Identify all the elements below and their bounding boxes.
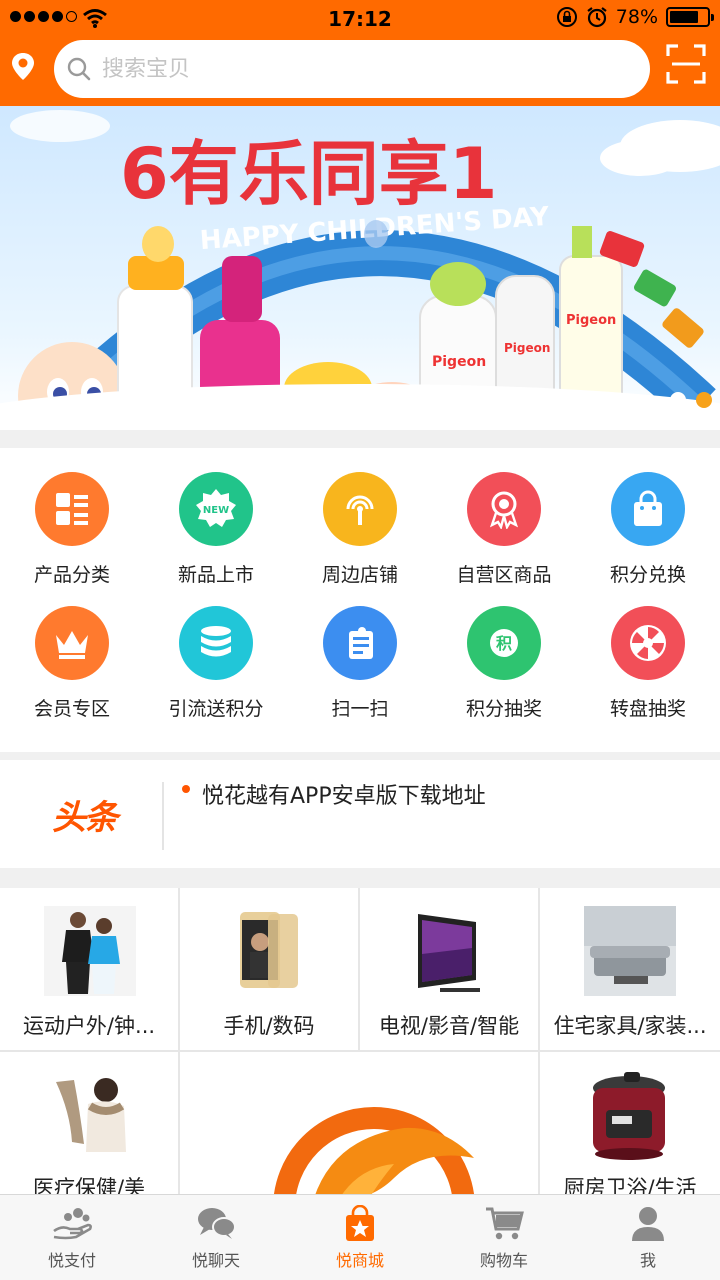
menu-item[interactable]: 自营区商品 xyxy=(432,472,576,602)
rotation-lock-icon xyxy=(556,7,577,27)
category-icon xyxy=(35,472,109,546)
category-sports[interactable]: 运动户外/钟... xyxy=(0,888,178,1050)
tab-label: 我 xyxy=(639,1251,656,1270)
pressure-cooker-image xyxy=(593,1072,665,1160)
banner-title: 6有乐同享1 xyxy=(120,133,497,215)
scan-icon[interactable] xyxy=(666,44,706,84)
menu-item-label: 自营区商品 xyxy=(456,564,552,586)
menu-item-label: 产品分类 xyxy=(33,564,110,586)
menu-item[interactable]: 产品分类 xyxy=(0,472,144,602)
category-label: 住宅家具/家装... xyxy=(553,1014,707,1038)
menu-item[interactable]: 转盘抽奖 xyxy=(576,606,720,736)
battery-percent: 78% xyxy=(615,6,658,28)
menu-item-label: 新品上市 xyxy=(177,564,254,586)
mall-icon xyxy=(346,1205,374,1241)
crown-icon xyxy=(35,606,109,680)
menu-item-label: 会员专区 xyxy=(33,698,110,720)
massager-image xyxy=(56,1078,126,1152)
category-phones[interactable]: 手机/数码 xyxy=(180,888,358,1050)
sportswear-image xyxy=(44,906,136,996)
banner-brand-1: Pigeon xyxy=(432,354,486,370)
category-tv[interactable]: 电视/影音/智能 xyxy=(360,888,538,1050)
svg-text:积: 积 xyxy=(496,634,512,653)
chat-icon xyxy=(198,1208,236,1239)
category-brand-logo[interactable] xyxy=(180,1052,538,1198)
banner-dot[interactable] xyxy=(670,392,686,408)
tab-mall[interactable]: 悦商城 xyxy=(288,1195,432,1280)
scan-notes-icon xyxy=(323,606,397,680)
menu-item[interactable]: 积分兑换 xyxy=(576,472,720,602)
menu-item[interactable]: 引流送积分 xyxy=(144,606,288,736)
menu-item-label: 引流送积分 xyxy=(168,698,264,720)
category-furniture[interactable]: 住宅家具/家装... xyxy=(540,888,720,1050)
bullet-icon xyxy=(182,785,190,793)
menu-item-label: 积分兑换 xyxy=(609,564,686,586)
alarm-icon xyxy=(587,7,607,28)
user-icon xyxy=(632,1207,664,1241)
menu-item[interactable]: 会员专区 xyxy=(0,606,144,736)
menu-item-label: 积分抽奖 xyxy=(465,698,542,720)
banner-artwork: 6有乐同享1 HAPPY CHILDREN'S DAY Pigeon Pigeo… xyxy=(0,110,720,430)
shopping-bag-icon xyxy=(611,472,685,546)
header-bar xyxy=(0,38,720,106)
nearby-store-icon xyxy=(323,472,397,546)
database-icon xyxy=(179,606,253,680)
tab-cart[interactable]: 购物车 xyxy=(432,1195,576,1280)
sofa-image xyxy=(584,906,676,996)
headline-divider xyxy=(162,782,164,850)
banner-brand-3: Pigeon xyxy=(566,313,616,328)
tab-label: 悦支付 xyxy=(47,1251,96,1270)
screen: 17:12 78% 搜索宝贝 6有乐同享1 HAPPY CHILDREN'S D… xyxy=(0,0,720,1280)
category-kitchen[interactable]: 厨房卫浴/生活 xyxy=(540,1052,720,1198)
category-label: 运动户外/钟... xyxy=(22,1014,156,1038)
phone-image xyxy=(240,912,298,988)
menu-item[interactable]: 积积分抽奖 xyxy=(432,606,576,736)
headline-text[interactable]: 悦花越有APP安卓版下载地址 xyxy=(202,778,486,810)
bottom-tab-bar: 悦支付 悦聊天 悦商城 购物车 我 xyxy=(0,1194,720,1280)
banner-brand-2: Pigeon xyxy=(504,341,550,355)
category-label: 手机/数码 xyxy=(223,1014,315,1038)
banner-dot-active[interactable] xyxy=(696,392,712,408)
category-label: 电视/影音/智能 xyxy=(378,1014,520,1038)
promo-banner[interactable]: 6有乐同享1 HAPPY CHILDREN'S DAY Pigeon Pigeo… xyxy=(0,106,720,430)
menu-item[interactable]: NEW 新品上市 xyxy=(144,472,288,602)
menu-item[interactable]: 扫一扫 xyxy=(288,606,432,736)
category-health[interactable]: 医疗保健/美 xyxy=(0,1052,178,1198)
menu-item-label: 转盘抽奖 xyxy=(609,698,686,720)
svg-text:NEW: NEW xyxy=(203,505,229,516)
tab-pay[interactable]: 悦支付 xyxy=(0,1195,144,1280)
tab-label: 悦聊天 xyxy=(191,1251,240,1270)
feature-menu: 产品分类 NEW 新品上市 周边店铺 自营区商品 积分兑换会员专区 引流送积分 扫一扫 积积分抽… xyxy=(0,448,720,752)
headline-logo: 头条 xyxy=(52,798,118,838)
brand-logo-image xyxy=(274,1107,474,1198)
points-icon: 积 xyxy=(467,606,541,680)
new-icon: NEW xyxy=(179,472,253,546)
tab-label: 购物车 xyxy=(479,1251,528,1270)
tab-me[interactable]: 我 xyxy=(576,1195,720,1280)
news-headline[interactable]: 头条 悦花越有APP安卓版下载地址 xyxy=(0,760,720,868)
tab-chat[interactable]: 悦聊天 xyxy=(144,1195,288,1280)
cart-icon xyxy=(486,1207,524,1240)
search-input[interactable] xyxy=(102,56,582,82)
menu-item-label: 扫一扫 xyxy=(331,698,389,720)
menu-item-label: 周边店铺 xyxy=(321,564,398,586)
ribbon-icon xyxy=(467,472,541,546)
payment-icon xyxy=(53,1208,92,1240)
location-icon[interactable] xyxy=(10,52,36,82)
banner-pagination xyxy=(670,392,712,408)
wheel-icon xyxy=(611,606,685,680)
menu-item[interactable]: 周边店铺 xyxy=(288,472,432,602)
tv-image xyxy=(418,914,480,992)
battery-icon xyxy=(666,7,714,27)
search-bar[interactable] xyxy=(54,40,650,98)
category-grid: 运动户外/钟... 手机/数码 电视/影音/智能 住宅家具/家装... 医疗保健… xyxy=(0,888,720,1198)
status-bar: 17:12 78% xyxy=(0,0,720,38)
tab-label: 悦商城 xyxy=(335,1251,384,1270)
search-icon xyxy=(67,57,91,81)
